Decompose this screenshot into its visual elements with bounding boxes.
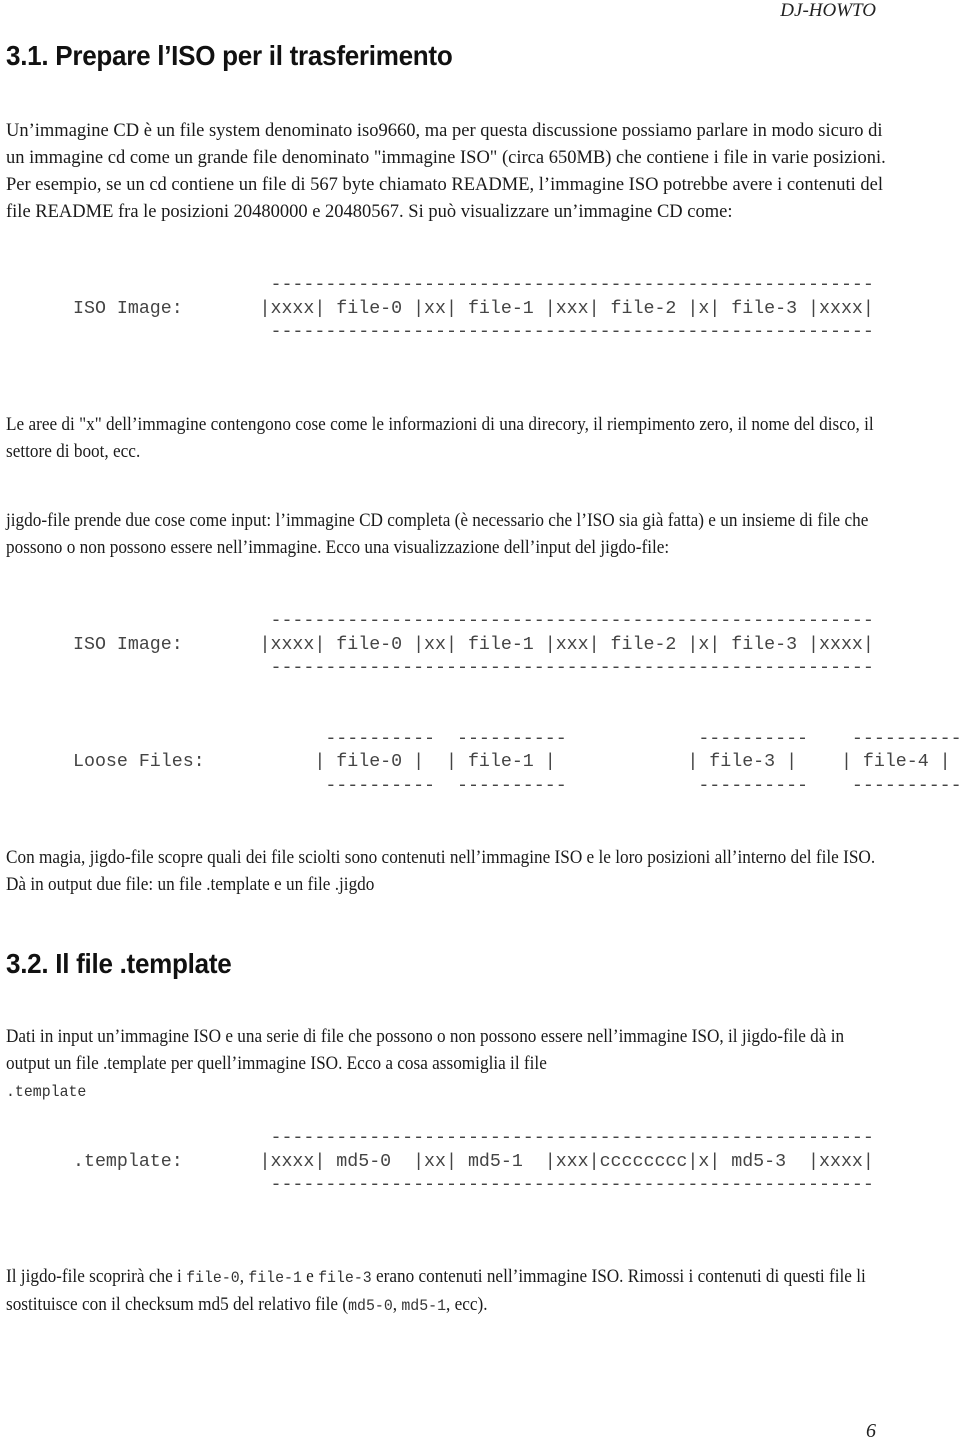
section-title-3-1: 3.1. Prepare l’ISO per il trasferimento xyxy=(6,40,453,71)
paragraph-x-areas: Le aree di "x" dell’immagine contengono … xyxy=(6,415,874,462)
section-title-3-2: 3.2. Il file .template xyxy=(6,948,232,979)
iso-image-diagram: ----------------------------------------… xyxy=(73,275,874,342)
template-diagram: ----------------------------------------… xyxy=(73,1128,874,1195)
code-file-0: file-0 xyxy=(186,1269,240,1287)
page-number: 6 xyxy=(866,1420,876,1442)
paragraph-jigdo-output: Con magia, jigdo-file scopre quali dei f… xyxy=(6,848,876,895)
paragraph-template-explanation: Il jigdo-file scoprirà che i file-0, fil… xyxy=(6,1264,880,1320)
paragraph-iso-intro: Un’immagine CD è un file system denomina… xyxy=(6,121,886,222)
template-intro-text: Dati in input un’immagine ISO e una seri… xyxy=(6,1027,845,1074)
code-md5-0: md5-0 xyxy=(348,1297,393,1315)
template-code: .template xyxy=(6,1083,87,1101)
text-fragment: , xyxy=(239,1267,249,1287)
jigdo-input-diagram: ----------------------------------------… xyxy=(73,611,960,796)
text-fragment: Il jigdo-file scoprirà che i xyxy=(6,1267,187,1287)
paragraph-template-intro: Dati in input un’immagine ISO e una seri… xyxy=(6,1024,880,1106)
text-fragment: , ecc). xyxy=(446,1295,488,1315)
text-fragment: , xyxy=(392,1295,402,1315)
code-file-1: file-1 xyxy=(248,1269,302,1287)
paragraph-jigdo-input: jigdo-file prende due cose come input: l… xyxy=(6,511,869,558)
running-header: DJ-HOWTO xyxy=(780,0,876,21)
code-md5-1: md5-1 xyxy=(401,1297,447,1315)
text-fragment: e xyxy=(301,1267,319,1287)
code-file-3: file-3 xyxy=(318,1269,372,1287)
